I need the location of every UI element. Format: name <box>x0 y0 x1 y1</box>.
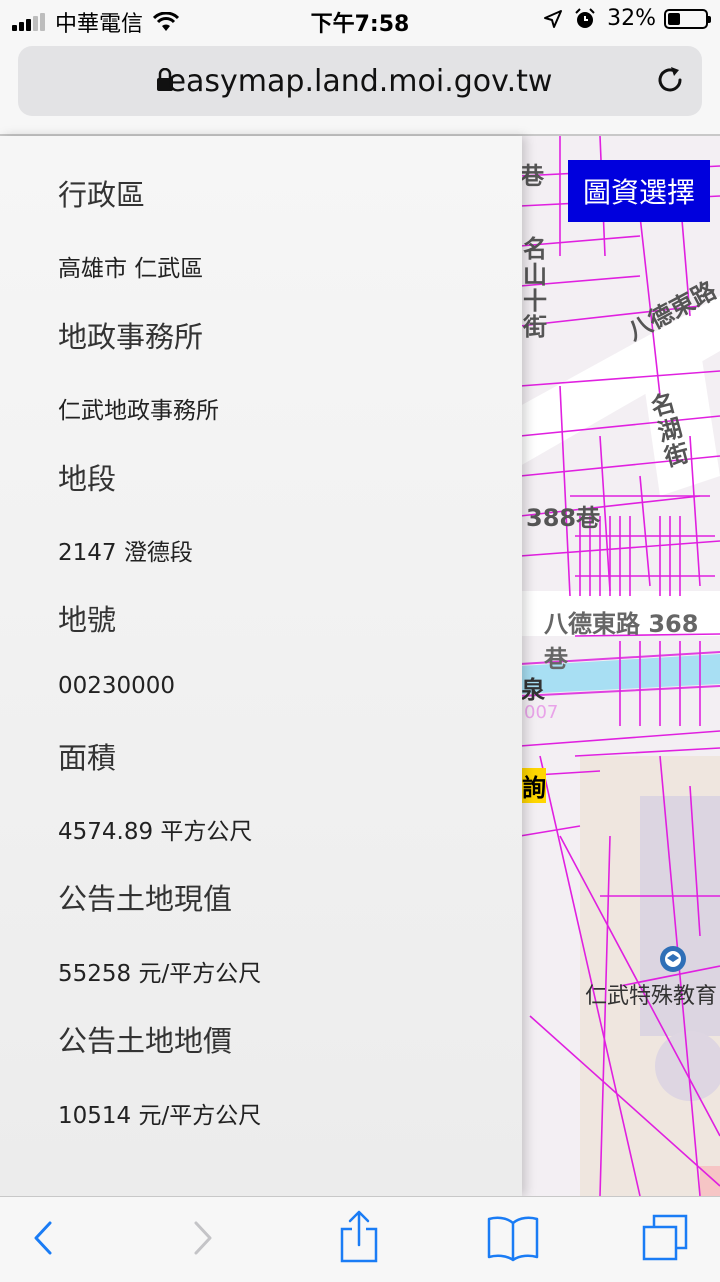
alarm-icon <box>575 7 595 28</box>
reload-icon[interactable] <box>654 64 686 96</box>
field-value-district: 高雄市 仁武區 <box>58 256 204 282</box>
tabs-button[interactable] <box>640 1213 690 1266</box>
bookmarks-icon <box>487 1216 539 1262</box>
forward-button[interactable] <box>182 1213 222 1266</box>
field-label-land-price: 公告土地地價 <box>58 1024 233 1058</box>
field-value-land-office: 仁武地政事務所 <box>58 398 219 424</box>
status-right: 32% <box>543 6 711 31</box>
school-icon <box>660 946 686 972</box>
field-label-current-value: 公告土地現值 <box>58 882 233 916</box>
map-layer-select-button[interactable]: 圖資選擇 <box>568 160 710 222</box>
forward-icon <box>194 1221 212 1255</box>
status-bar: 中華電信 下午7:58 32% <box>0 0 720 40</box>
share-icon <box>340 1210 378 1263</box>
map-label: 巷 <box>520 162 544 190</box>
field-value-area: 4574.89 平方公尺 <box>58 819 253 845</box>
address-bar[interactable]: easymap.land.moi.gov.tw <box>18 46 702 116</box>
school-label: 仁武特殊教育 <box>585 984 718 1009</box>
browser-address-area: easymap.land.moi.gov.tw <box>0 40 720 136</box>
field-label-lot-number: 地號 <box>58 603 117 637</box>
map-label: 八德東路 368巷 <box>544 610 699 673</box>
battery-fill <box>668 12 680 25</box>
url-text: easymap.land.moi.gov.tw <box>167 64 553 99</box>
location-arrow-icon <box>544 9 563 28</box>
field-label-area: 面積 <box>58 741 117 775</box>
field-value-section: 2147 澄德段 <box>58 540 193 566</box>
browser-toolbar <box>0 1196 720 1282</box>
tabs-icon <box>642 1214 688 1261</box>
parcel-info-panel: 行政區 高雄市 仁武區 地政事務所 仁武地政事務所 地段 2147 澄德段 地號… <box>0 136 522 1196</box>
back-icon <box>34 1221 52 1255</box>
share-button[interactable] <box>336 1209 382 1268</box>
back-button[interactable] <box>22 1213 62 1266</box>
poi-tag: 詢 <box>522 768 546 803</box>
map-label: 泉 <box>521 676 545 704</box>
field-label-section: 地段 <box>58 462 117 496</box>
map-label: 007 <box>524 702 559 723</box>
field-label-district: 行政區 <box>58 178 146 212</box>
map-label: 388巷 <box>526 504 601 532</box>
battery-icon <box>664 8 711 29</box>
field-value-land-price: 10514 元/平方公尺 <box>58 1103 262 1129</box>
map-label: 名山十街 <box>523 235 547 341</box>
field-value-lot-number: 00230000 <box>58 673 176 699</box>
battery-percent: 32% <box>607 6 656 31</box>
field-label-land-office: 地政事務所 <box>58 320 204 354</box>
bookmarks-button[interactable] <box>486 1213 540 1266</box>
field-value-current-value: 55258 元/平方公尺 <box>58 961 262 987</box>
